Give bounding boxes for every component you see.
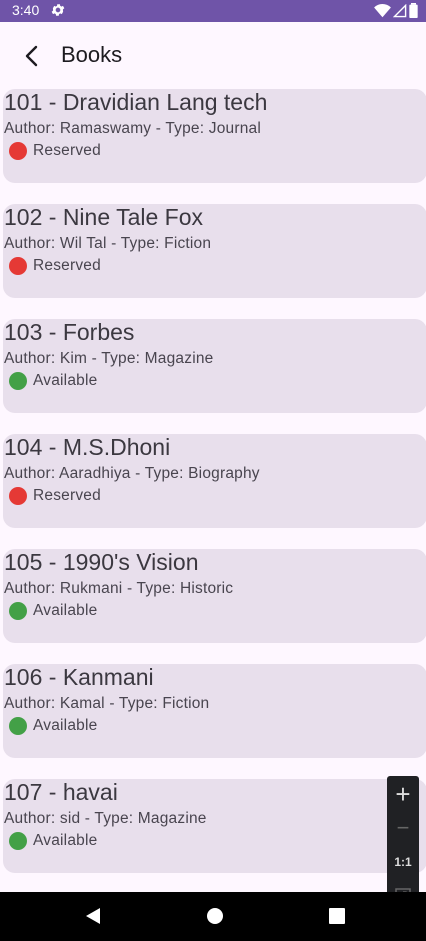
book-title: 102 - Nine Tale Fox xyxy=(4,204,204,230)
status-label: Reserved xyxy=(33,257,101,274)
book-card-106[interactable]: 106 - Kanmani Author: Kamal - Type: Fict… xyxy=(3,664,426,758)
book-card-107[interactable]: 107 - havai Author: sid - Type: Magazine… xyxy=(3,779,426,873)
available-dot-icon xyxy=(9,372,27,390)
reserved-dot-icon xyxy=(9,142,27,160)
back-arrow-icon[interactable] xyxy=(18,42,46,70)
book-card-103[interactable]: 103 - Forbes Author: Kim - Type: Magazin… xyxy=(3,319,426,413)
reserved-dot-icon xyxy=(9,487,27,505)
book-author-type: Author: Ramaswamy - Type: Journal xyxy=(4,120,261,137)
status-bar: 3:40 xyxy=(0,0,426,22)
book-author-type: Author: Rukmani - Type: Historic xyxy=(4,580,234,597)
status-icons xyxy=(374,3,418,18)
book-title: 103 - Forbes xyxy=(4,319,135,345)
available-dot-icon xyxy=(9,602,27,620)
app-bar: Books xyxy=(0,22,426,90)
status-label: Reserved xyxy=(33,487,101,504)
book-card-105[interactable]: 105 - 1990's Vision Author: Rukmani - Ty… xyxy=(3,549,426,643)
system-nav-bar xyxy=(0,892,426,941)
available-dot-icon xyxy=(9,832,27,850)
book-status: Available xyxy=(9,717,97,735)
battery-icon xyxy=(409,3,418,18)
book-status: Reserved xyxy=(9,487,101,505)
status-label: Available xyxy=(33,717,98,734)
nav-recents-icon[interactable] xyxy=(328,906,346,926)
zoom-in-button[interactable]: + xyxy=(387,778,419,810)
zoom-reset-button[interactable]: 1:1 xyxy=(387,846,419,878)
status-label: Available xyxy=(33,602,98,619)
status-label: Available xyxy=(33,372,98,389)
wifi-icon xyxy=(374,3,391,17)
book-card-104[interactable]: 104 - M.S.Dhoni Author: Aaradhiya - Type… xyxy=(3,434,426,528)
status-time: 3:40 xyxy=(12,2,40,18)
book-status: Reserved xyxy=(9,257,101,275)
zoom-out-button[interactable]: − xyxy=(387,812,419,844)
book-title: 104 - M.S.Dhoni xyxy=(4,434,171,460)
gear-icon xyxy=(51,4,65,16)
book-author-type: Author: Aaradhiya - Type: Biography xyxy=(4,465,260,482)
available-dot-icon xyxy=(9,717,27,735)
book-card-102[interactable]: 102 - Nine Tale Fox Author: Wil Tal - Ty… xyxy=(3,204,426,298)
book-title: 106 - Kanmani xyxy=(4,664,154,690)
nav-home-icon[interactable] xyxy=(205,906,225,926)
book-title: 107 - havai xyxy=(4,779,118,805)
book-card-101[interactable]: 101 - Dravidian Lang tech Author: Ramasw… xyxy=(3,89,426,183)
nav-back-icon[interactable] xyxy=(84,906,102,926)
book-status: Available xyxy=(9,602,97,620)
book-title: 105 - 1990's Vision xyxy=(4,549,199,575)
book-author-type: Author: Kamal - Type: Fiction xyxy=(4,695,210,712)
book-author-type: Author: sid - Type: Magazine xyxy=(4,810,207,827)
book-author-type: Author: Wil Tal - Type: Fiction xyxy=(4,235,212,252)
book-status: Available xyxy=(9,832,97,850)
book-status: Reserved xyxy=(9,142,101,160)
book-author-type: Author: Kim - Type: Magazine xyxy=(4,350,214,367)
book-title: 101 - Dravidian Lang tech xyxy=(4,89,268,115)
page-title: Books xyxy=(61,42,123,67)
signal-icon xyxy=(393,3,407,17)
status-label: Available xyxy=(33,832,98,849)
book-status: Available xyxy=(9,372,97,390)
reserved-dot-icon xyxy=(9,257,27,275)
status-label: Reserved xyxy=(33,142,101,159)
